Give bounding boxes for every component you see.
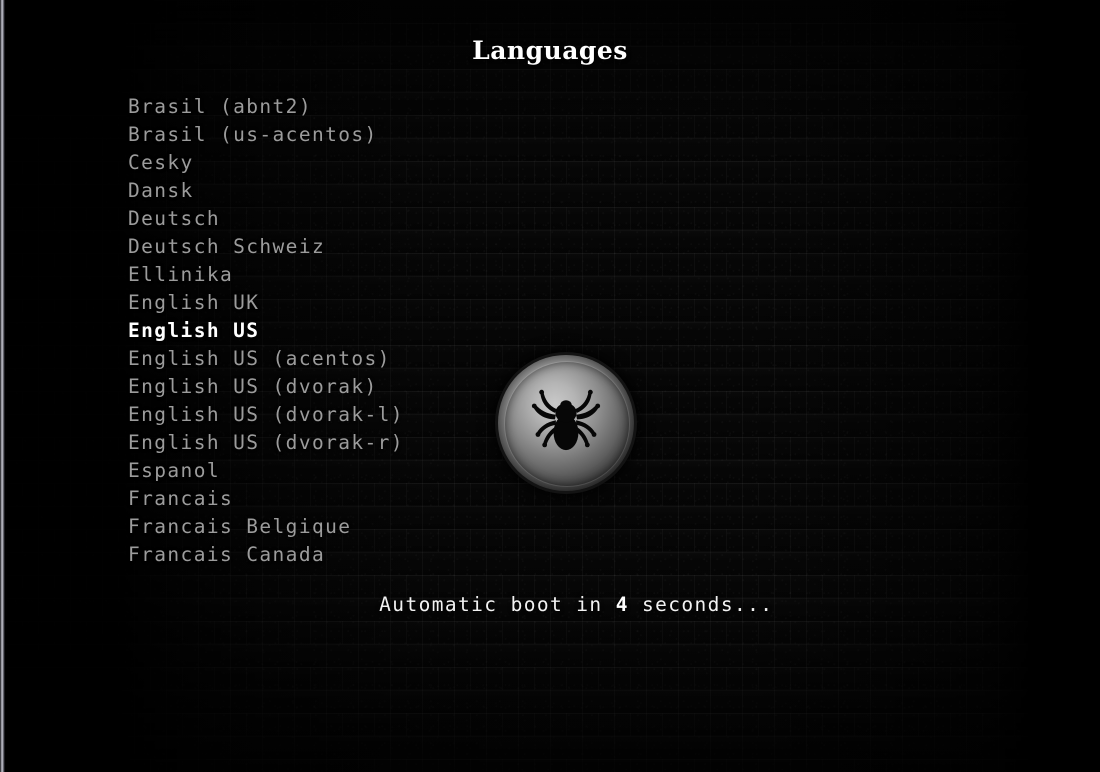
language-item[interactable]: Brasil (us-acentos)	[128, 121, 404, 149]
language-item[interactable]: Francais Belgique	[128, 513, 404, 541]
language-item[interactable]: English US (acentos)	[128, 345, 404, 373]
language-item[interactable]: Deutsch Schweiz	[128, 233, 404, 261]
language-item[interactable]: Deutsch	[128, 205, 404, 233]
spider-icon	[531, 389, 601, 451]
status-suffix: seconds...	[628, 593, 774, 616]
status-prefix: Automatic boot in	[379, 593, 616, 616]
language-item[interactable]: Espanol	[128, 457, 404, 485]
countdown-seconds: 4	[615, 593, 629, 616]
left-edge-strip	[0, 0, 5, 772]
language-item[interactable]: English US	[128, 317, 404, 345]
language-list[interactable]: Brasil (abnt2) Brasil (us-acentos) Cesky Da…	[128, 93, 404, 569]
page-title: Languages	[472, 36, 628, 65]
spider-logo	[498, 355, 634, 491]
language-item[interactable]: English US (dvorak)	[128, 373, 404, 401]
language-item[interactable]: Francais	[128, 485, 404, 513]
language-item[interactable]: Ellinika	[128, 261, 404, 289]
language-item[interactable]: Cesky	[128, 149, 404, 177]
language-item[interactable]: Dansk	[128, 177, 404, 205]
boot-menu-screen: Languages Brasil (abnt2) Brasil (us-acent…	[0, 0, 1100, 772]
status-bar: Automatic boot in 4 seconds...	[0, 570, 1100, 639]
language-item[interactable]: English US (dvorak-l)	[128, 401, 404, 429]
language-item[interactable]: Brasil (abnt2)	[128, 93, 404, 121]
language-item[interactable]: Francais Canada	[128, 541, 404, 569]
language-item[interactable]: English US (dvorak-r)	[128, 429, 404, 457]
language-item[interactable]: English UK	[128, 289, 404, 317]
